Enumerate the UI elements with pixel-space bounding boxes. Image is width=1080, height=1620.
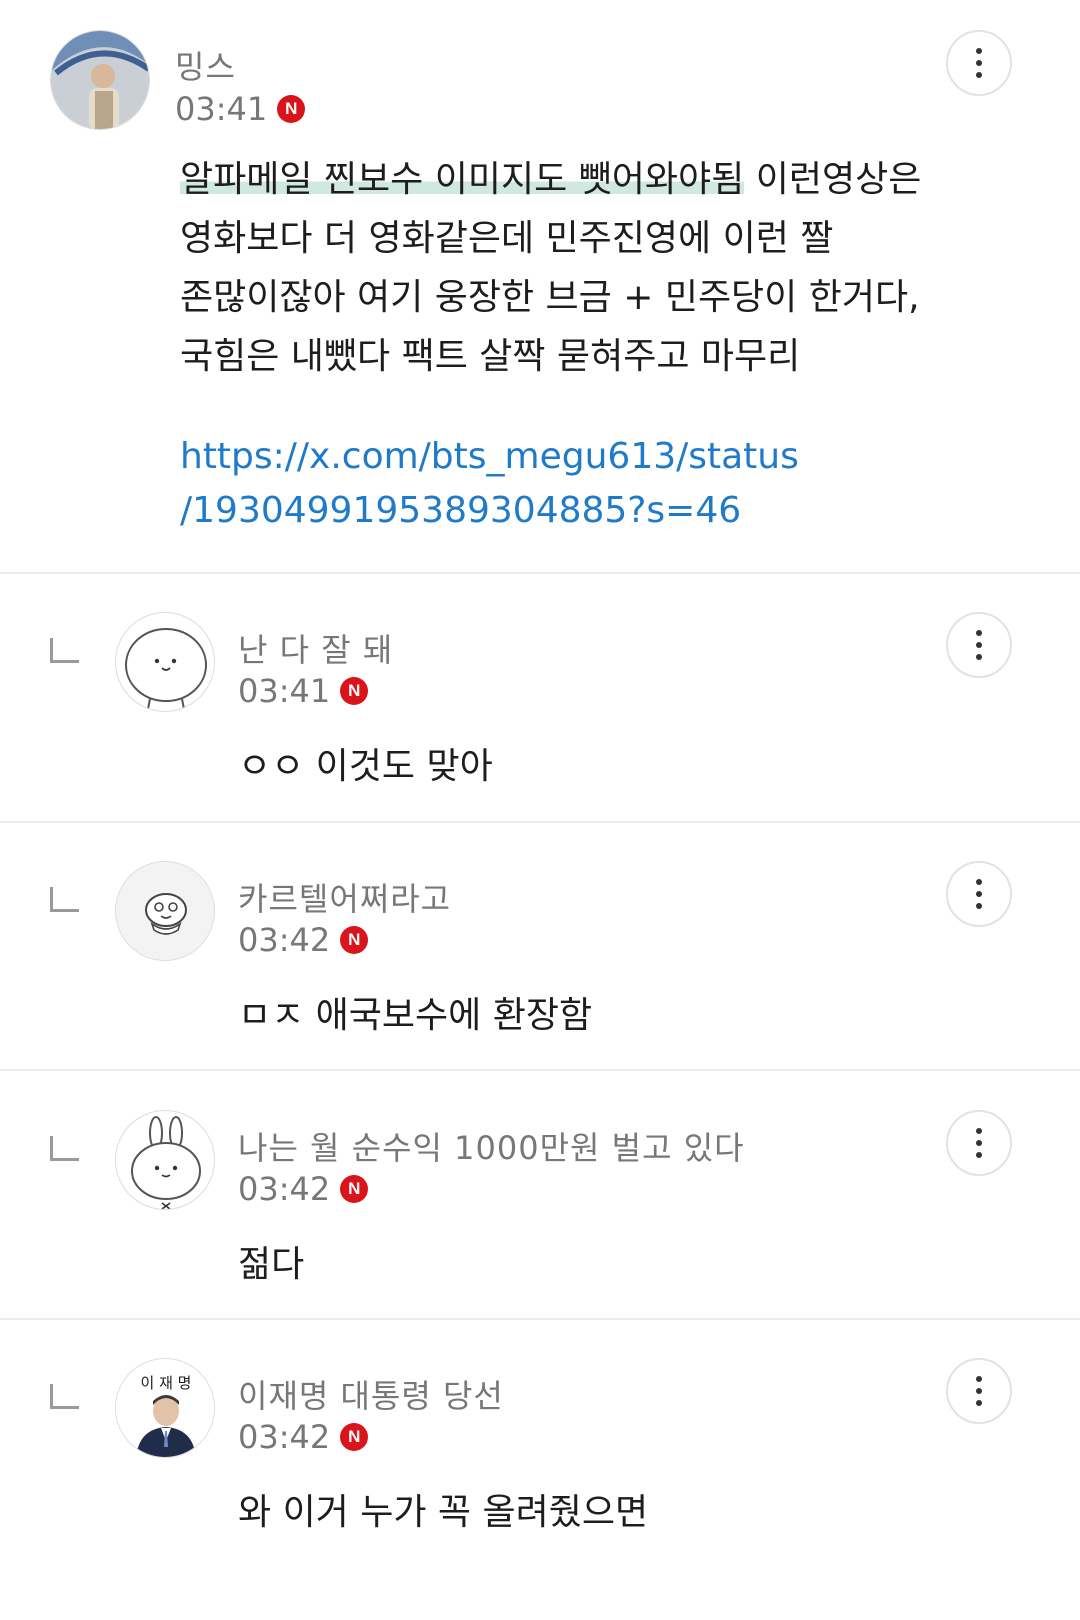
time-text: 03:42	[238, 1418, 331, 1456]
username[interactable]: 밍스	[175, 42, 236, 88]
more-options-button[interactable]	[946, 1358, 1012, 1424]
character-avatar-icon	[116, 862, 214, 960]
comment-line: 국힘은 내뺐다 팩트 살짝 묻혀주고 마무리	[180, 327, 980, 386]
time-text: 03:42	[238, 921, 331, 959]
avatar[interactable]: 이 재 명	[115, 1358, 215, 1458]
username[interactable]: 난 다 잘 돼	[238, 625, 393, 671]
avatar-caption: 이 재 명	[141, 1374, 192, 1392]
more-vertical-icon	[976, 1376, 982, 1406]
new-badge-icon: N	[340, 926, 369, 954]
comment-body: 와 이거 누가 꼭 올려줬으면	[238, 1492, 649, 1533]
link-line: https://x.com/bts_megu613/status	[180, 436, 799, 477]
url-link[interactable]: https://x.com/bts_megu613/status /193049…	[180, 430, 799, 538]
reply-indicator-icon	[50, 887, 79, 912]
avatar[interactable]	[115, 1110, 215, 1210]
username[interactable]: 카르텔어쩌라고	[238, 874, 451, 920]
more-vertical-icon	[976, 630, 982, 660]
more-options-button[interactable]	[946, 861, 1012, 927]
avatar[interactable]	[50, 30, 150, 130]
username[interactable]: 나는 월 순수익 1000만원 벌고 있다	[238, 1123, 745, 1169]
divider	[0, 821, 1080, 823]
character-avatar-icon	[125, 628, 207, 710]
divider	[0, 572, 1080, 574]
more-options-button[interactable]	[946, 612, 1012, 678]
rabbit-avatar-icon	[131, 1116, 201, 1209]
comment-body: 알파메일 찐보수 이미지도 뺏어와야됨 이런영상은 영화보다 더 영화같은데 민…	[180, 150, 980, 386]
comment-line: 알파메일 찐보수 이미지도 뺏어와야됨 이런영상은	[180, 150, 980, 209]
timestamp: 03:41 N	[175, 90, 306, 128]
divider	[0, 1069, 1080, 1071]
avatar[interactable]	[115, 861, 215, 961]
line-text: 국힘은 내뺐다 팩트 살짝 묻혀주고 마무리	[180, 336, 801, 377]
new-badge-icon: N	[277, 95, 306, 123]
avatar[interactable]	[115, 612, 215, 712]
more-vertical-icon	[976, 1128, 982, 1158]
more-vertical-icon	[976, 48, 982, 78]
profile-photo-icon	[51, 31, 149, 129]
line-text: 존많이잖아 여기 웅장한 브금 + 민주당이 한거다,	[180, 277, 920, 318]
new-badge-icon: N	[340, 1423, 369, 1451]
timestamp: 03:42 N	[238, 921, 369, 959]
new-badge-icon: N	[340, 1175, 369, 1203]
comment-body: ㅇㅇ 이것도 맞아	[238, 746, 493, 787]
comment-line: 영화보다 더 영화같은데 민주진영에 이런 짤	[180, 209, 980, 268]
username[interactable]: 이재명 대통령 당선	[238, 1371, 504, 1417]
timestamp: 03:42 N	[238, 1170, 369, 1208]
profile-photo-icon: 이 재 명	[116, 1359, 214, 1457]
reply-indicator-icon	[50, 1136, 79, 1161]
time-text: 03:41	[175, 90, 268, 128]
comment-thread: 밍스 03:41 N 알파메일 찐보수 이미지도 뺏어와야됨 이런영상은 영화보…	[0, 0, 1080, 1620]
comment-body: ㅁㅈ 애국보수에 환장함	[238, 995, 593, 1036]
time-text: 03:41	[238, 672, 331, 710]
more-options-button[interactable]	[946, 1110, 1012, 1176]
line-text: 이런영상은	[744, 159, 922, 200]
timestamp: 03:42 N	[238, 1418, 369, 1456]
comment-line: 존많이잖아 여기 웅장한 브금 + 민주당이 한거다,	[180, 268, 980, 327]
reply-indicator-icon	[50, 638, 79, 663]
more-options-button[interactable]	[946, 30, 1012, 96]
timestamp: 03:41 N	[238, 672, 369, 710]
link-line: /1930499195389304885?s=46	[180, 490, 742, 531]
divider	[0, 1318, 1080, 1320]
reply-indicator-icon	[50, 1384, 79, 1409]
highlighted-text: 알파메일 찐보수 이미지도 뺏어와야됨	[180, 159, 745, 200]
more-vertical-icon	[976, 879, 982, 909]
line-text: 영화보다 더 영화같은데 민주진영에 이런 짤	[180, 218, 834, 259]
new-badge-icon: N	[340, 677, 369, 705]
time-text: 03:42	[238, 1170, 331, 1208]
comment-body: 젊다	[238, 1244, 305, 1285]
